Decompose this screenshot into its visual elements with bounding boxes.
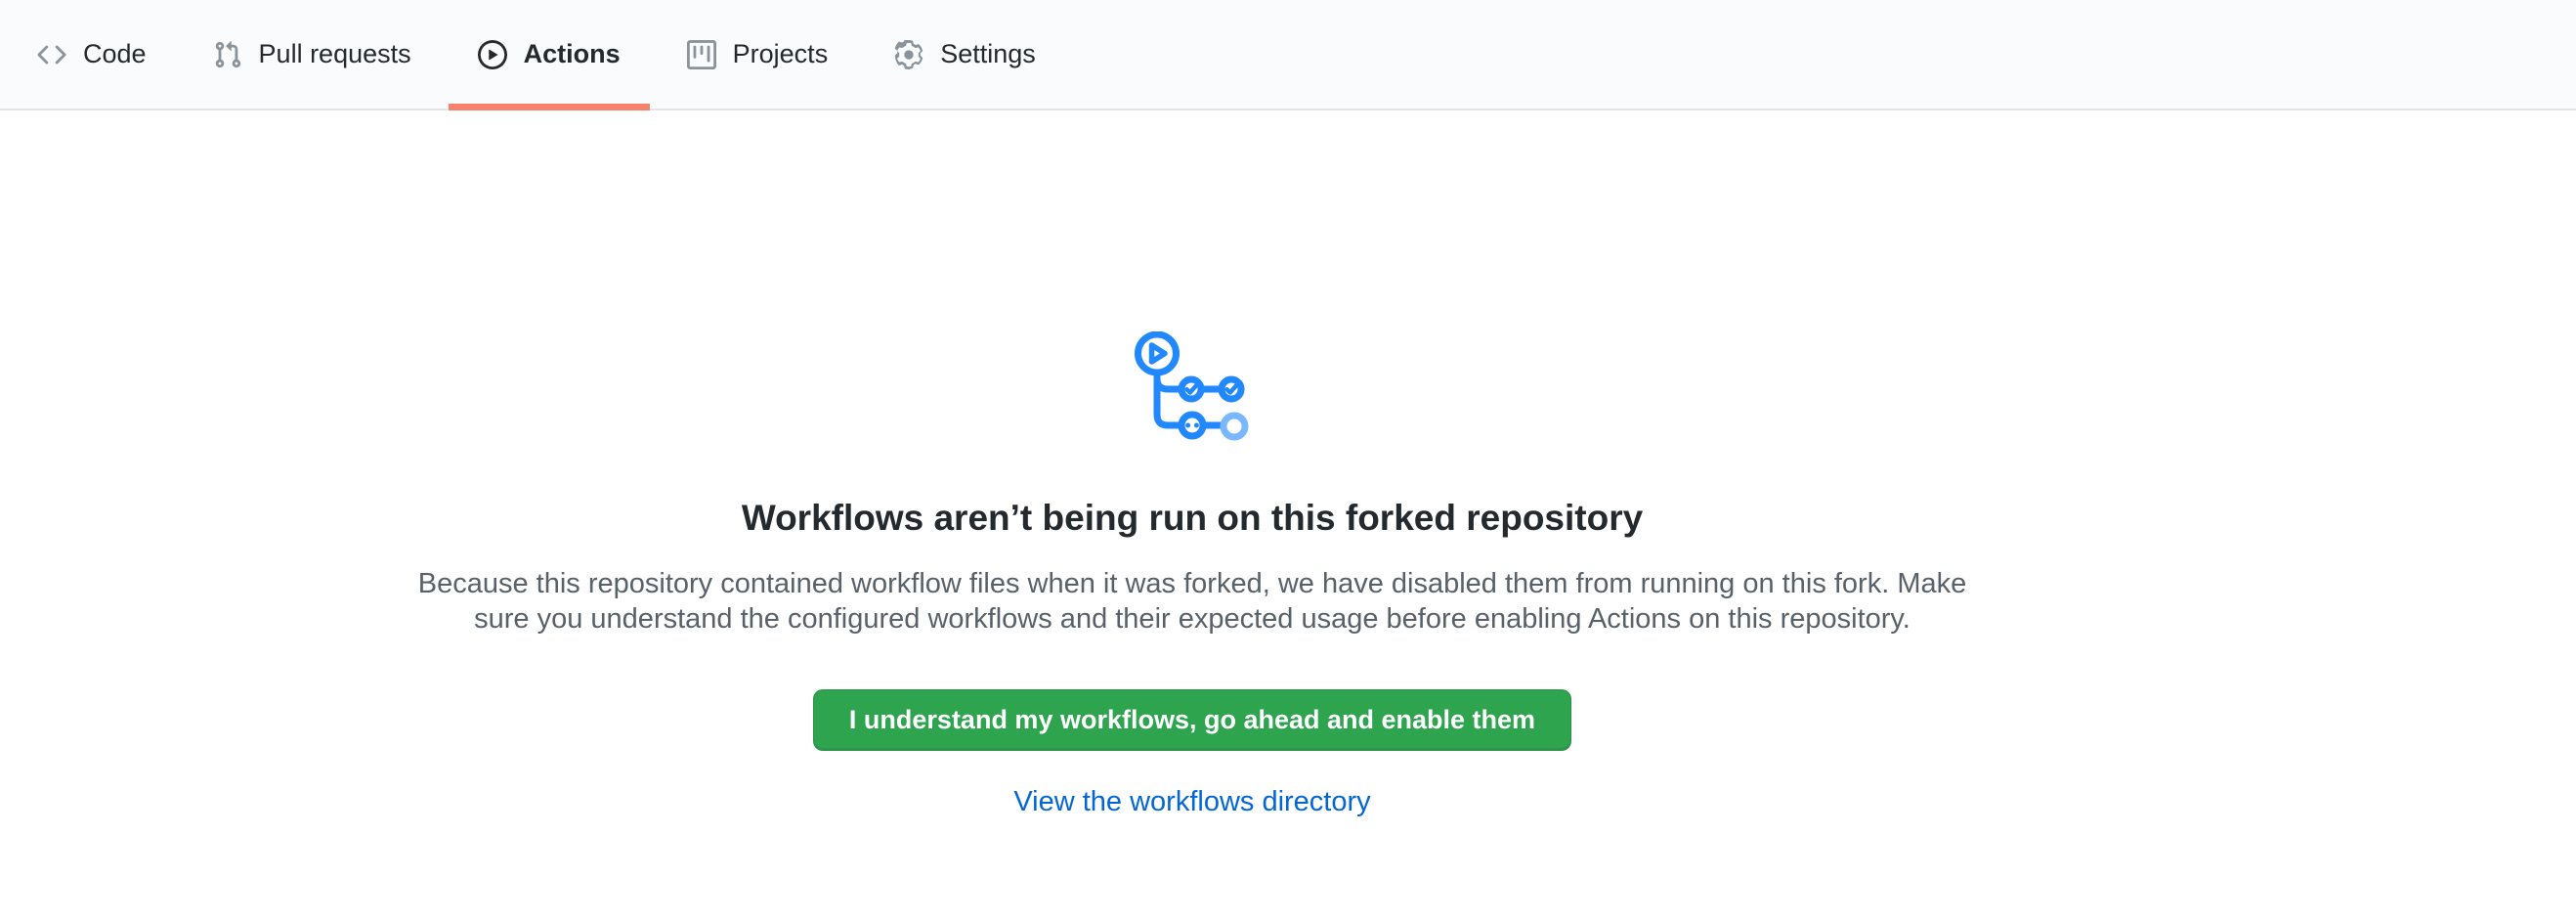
- gear-icon: [894, 40, 923, 69]
- git-pull-request-icon: [213, 40, 242, 69]
- tab-projects-label: Projects: [733, 39, 829, 69]
- tab-actions[interactable]: Actions: [449, 0, 650, 109]
- tab-code[interactable]: Code: [8, 0, 176, 109]
- repo-nav: Code Pull requests Actions Projects Sett…: [0, 0, 2576, 110]
- tab-actions-label: Actions: [524, 39, 621, 69]
- actions-disabled-blankslate: Workflows aren’t being run on this forke…: [410, 110, 1974, 818]
- workflow-graph-icon: [1135, 331, 1250, 442]
- blankslate-title: Workflows aren’t being run on this forke…: [410, 496, 1974, 541]
- blankslate-description: Because this repository contained workfl…: [410, 566, 1974, 637]
- tab-projects[interactable]: Projects: [658, 0, 858, 109]
- view-workflows-directory-link[interactable]: View the workflows directory: [1013, 786, 1370, 818]
- tab-settings-label: Settings: [940, 39, 1036, 69]
- play-circle-icon: [478, 40, 507, 69]
- tab-pull-requests-label: Pull requests: [259, 39, 411, 69]
- code-icon: [37, 40, 66, 69]
- project-board-icon: [687, 40, 716, 69]
- enable-workflows-button[interactable]: I understand my workflows, go ahead and …: [813, 689, 1571, 751]
- tab-code-label: Code: [83, 39, 147, 69]
- tab-pull-requests[interactable]: Pull requests: [184, 0, 441, 109]
- tab-settings[interactable]: Settings: [865, 0, 1065, 109]
